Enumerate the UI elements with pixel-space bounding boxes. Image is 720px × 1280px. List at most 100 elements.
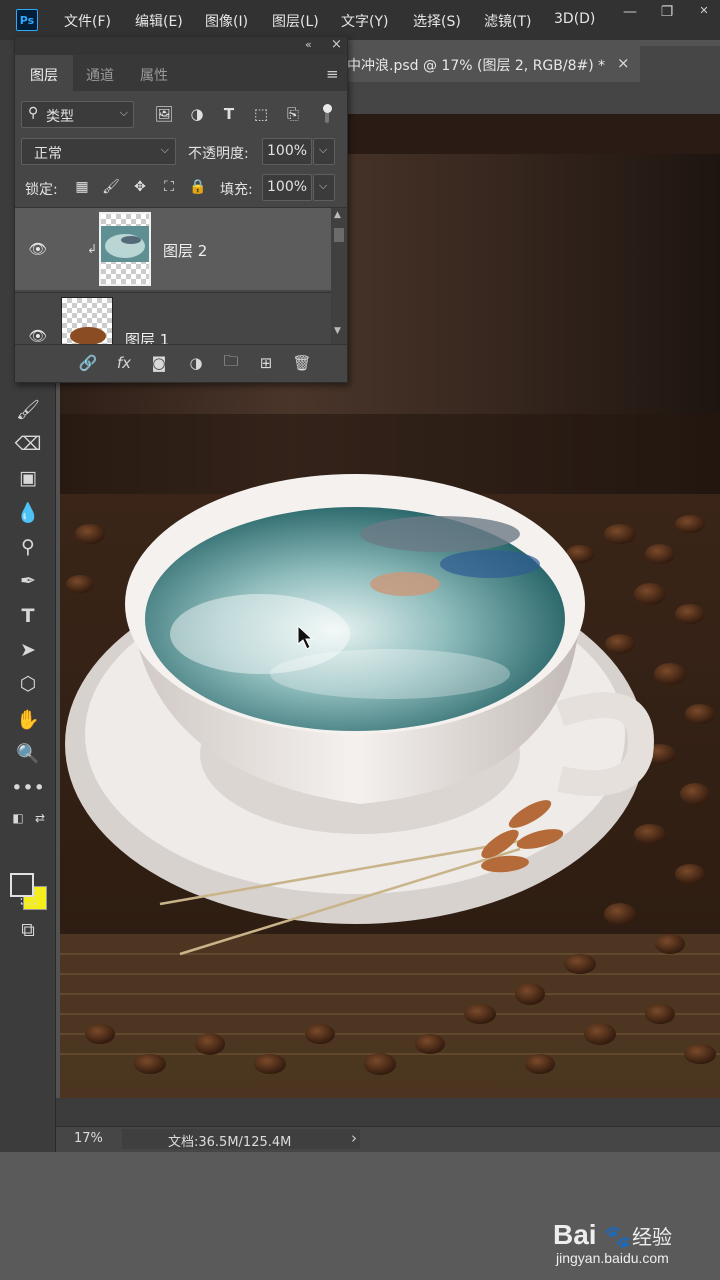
hand-icon[interactable]: ✋ <box>14 705 42 733</box>
lock-image-icon[interactable]: 🖌 <box>101 177 121 197</box>
swap-colors-icon[interactable]: ⇄ <box>26 804 54 832</box>
path-select-icon[interactable]: ➤ <box>14 636 42 664</box>
layers-scrollbar[interactable]: ▲ ▼ <box>331 208 347 344</box>
panel-title-bar[interactable]: « × <box>15 37 347 55</box>
chevron-down-icon: ⌵ <box>319 179 328 192</box>
mask-icon[interactable]: ◙ <box>148 353 170 373</box>
menu-bar: Ps 文件(F) 编辑(E) 图像(I) 图层(L) 文字(Y) 选择(S) 滤… <box>0 0 720 40</box>
blend-mode-value: 正常 <box>34 146 62 162</box>
search-icon: ⚲ <box>28 105 39 121</box>
menu-filter[interactable]: 滤镜(T) <box>484 11 531 31</box>
status-bar: 17% 文档:36.5M/125.4M › <box>56 1126 720 1152</box>
tab-layers[interactable]: 图层 <box>15 55 73 91</box>
lock-label: 锁定: <box>25 182 58 198</box>
layer-thumbnail <box>61 297 113 344</box>
empty-workspace: Bai 🐾 经验 jingyan.baidu.com <box>0 1152 720 1280</box>
new-layer-icon[interactable]: ⊞ <box>255 353 277 373</box>
adjustment-icon[interactable]: ◑ <box>185 353 207 373</box>
close-panel-icon[interactable]: × <box>331 37 342 52</box>
clipping-mask-icon: ↲ <box>87 242 98 256</box>
link-icon[interactable]: 🔗 <box>77 353 99 373</box>
screen-mode-icon[interactable]: ⧉ <box>14 916 42 944</box>
menu-file[interactable]: 文件(F) <box>64 11 111 31</box>
layer-filter-kind-select[interactable]: ⚲ 类型 ⌵ <box>21 101 134 128</box>
shape-filter-icon[interactable]: ⬚ <box>250 103 272 125</box>
document-size-info: 文档:36.5M/125.4M <box>168 1135 292 1150</box>
dodge-icon[interactable]: ⚲ <box>14 533 42 561</box>
scroll-thumb[interactable] <box>334 228 344 242</box>
document-tab[interactable]: 中冲浪.psd @ 17% (图层 2, RGB/8#) * × <box>345 46 640 82</box>
visibility-eye-icon[interactable]: 👁 <box>27 240 49 258</box>
layer-row[interactable]: 👁 图层 1 <box>15 292 331 344</box>
opacity-value: 100% <box>267 143 308 159</box>
collapse-panel-icon[interactable]: « <box>305 38 312 51</box>
zoom-icon[interactable]: 🔍 <box>14 739 42 767</box>
layers-panel: « × 图层 通道 属性 ≡ ⚲ 类型 ⌵ 🖼 ◑ T ⬚ ⎘ 正常 ⌵ 不透明… <box>14 36 348 383</box>
fill-label: 填充: <box>220 182 253 198</box>
tab-channels[interactable]: 通道 <box>73 55 127 91</box>
layer-2-thumbnail-image <box>101 226 149 262</box>
menu-layer[interactable]: 图层(L) <box>272 11 319 31</box>
scroll-up-icon[interactable]: ▲ <box>334 210 341 220</box>
close-window-button[interactable]: ✕ <box>692 4 716 24</box>
document-tab-title: 中冲浪.psd @ 17% (图层 2, RGB/8#) * <box>347 58 606 74</box>
menu-select[interactable]: 选择(S) <box>413 11 461 31</box>
type-icon[interactable]: T <box>14 602 42 630</box>
fx-icon[interactable]: fx <box>113 353 135 373</box>
chevron-down-icon: ⌵ <box>160 143 169 156</box>
folder-icon[interactable]: 🗀 <box>220 352 242 373</box>
opacity-input[interactable]: 100% <box>262 138 312 165</box>
panel-tabs: 图层 通道 属性 ≡ <box>15 55 347 91</box>
filter-toggle[interactable] <box>322 103 332 125</box>
trash-icon[interactable]: 🗑 <box>291 353 313 373</box>
brush-icon[interactable]: 🖌 <box>14 395 42 423</box>
lock-artboard-icon[interactable]: ⛶ <box>159 177 179 197</box>
restore-button[interactable]: ❐ <box>655 4 679 24</box>
svg-text:Bai: Bai <box>553 1219 597 1250</box>
layers-panel-footer: 🔗 fx ◙ ◑ 🗀 ⊞ 🗑 <box>15 344 347 382</box>
foreground-color-swatch[interactable] <box>10 873 34 897</box>
type-filter-icon[interactable]: T <box>218 103 240 125</box>
filter-kind-label: 类型 <box>46 109 74 125</box>
panel-menu-icon[interactable]: ≡ <box>326 65 339 83</box>
lock-all-icon[interactable]: 🔒 <box>188 177 208 197</box>
opacity-label: 不透明度: <box>188 146 249 162</box>
lock-position-icon[interactable]: ✥ <box>130 177 150 197</box>
layer-name[interactable]: 图层 1 <box>125 329 169 344</box>
pen-icon[interactable]: ✒ <box>14 567 42 595</box>
menu-type[interactable]: 文字(Y) <box>341 11 388 31</box>
blend-mode-select[interactable]: 正常 ⌵ <box>21 138 176 165</box>
more-icon[interactable]: ••• <box>11 774 45 802</box>
baidu-jingyan-watermark: Bai 🐾 经验 jingyan.baidu.com <box>553 1219 672 1266</box>
eraser-icon[interactable]: ⌫ <box>14 430 42 458</box>
lock-transparency-icon[interactable]: ▦ <box>72 177 92 197</box>
chevron-down-icon: ⌵ <box>319 143 328 156</box>
menu-3d[interactable]: 3D(D) <box>554 11 595 27</box>
adjustment-filter-icon[interactable]: ◑ <box>186 103 208 125</box>
visibility-eye-icon[interactable]: 👁 <box>27 327 49 344</box>
menu-edit[interactable]: 编辑(E) <box>135 11 183 31</box>
fill-input[interactable]: 100% <box>262 174 312 201</box>
tab-properties[interactable]: 属性 <box>127 55 181 91</box>
gradient-icon[interactable]: ▣ <box>14 464 42 492</box>
minimize-button[interactable]: — <box>618 4 642 24</box>
close-tab-icon[interactable]: × <box>617 54 630 72</box>
menu-image[interactable]: 图像(I) <box>205 11 248 31</box>
zoom-level[interactable]: 17% <box>74 1131 103 1146</box>
smart-object-filter-icon[interactable]: ⎘ <box>282 103 304 125</box>
svg-text:jingyan.baidu.com: jingyan.baidu.com <box>555 1250 669 1266</box>
pixel-filter-icon[interactable]: 🖼 <box>153 103 175 125</box>
layer-1-thumbnail-image <box>70 327 106 344</box>
scroll-down-icon[interactable]: ▼ <box>334 326 341 336</box>
fill-value: 100% <box>267 179 308 195</box>
svg-text:🐾: 🐾 <box>604 1225 631 1250</box>
layer-row[interactable]: 👁 ↲ 图层 2 <box>15 208 331 290</box>
blur-icon[interactable]: 💧 <box>14 498 42 526</box>
layers-list: 👁 ↲ 图层 2 👁 图层 1 ▲ ▼ <box>15 207 347 344</box>
status-menu-arrow-icon[interactable]: › <box>351 1129 357 1147</box>
layer-name[interactable]: 图层 2 <box>163 240 207 261</box>
fill-slider-button[interactable]: ⌵ <box>313 174 335 201</box>
opacity-slider-button[interactable]: ⌵ <box>313 138 335 165</box>
photoshop-logo: Ps <box>16 9 38 31</box>
shape-icon[interactable]: ⬡ <box>14 670 42 698</box>
